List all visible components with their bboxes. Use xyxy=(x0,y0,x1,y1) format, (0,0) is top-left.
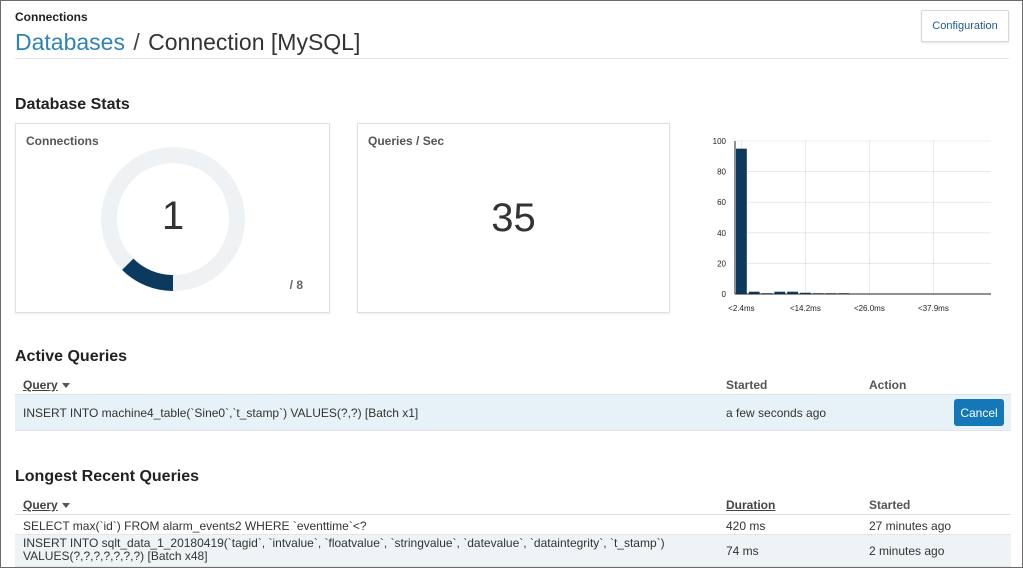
table-row[interactable]: INSERT INTO sqlt_data_1_20180419(`tagid`… xyxy=(15,535,1011,567)
sort-caret-icon xyxy=(61,383,70,389)
histogram-y-tick-label: 60 xyxy=(717,198,726,207)
active-query-column-header[interactable]: Query xyxy=(23,378,70,392)
query-duration-histogram: 0 20 40 60 80 100 <2.4ms <14.2ms <26.0ms <37.9ms xyxy=(713,137,991,313)
section-label: Connections xyxy=(15,10,88,24)
active-query-header-label: Query xyxy=(23,378,58,392)
longest-started-column-header: Started xyxy=(869,498,911,512)
connections-card: Connections 1 / 8 xyxy=(15,123,330,313)
longest-query-duration: 74 ms xyxy=(726,544,759,558)
longest-query-header-label: Query xyxy=(23,498,58,512)
table-row[interactable]: INSERT INTO machine4_table(`Sine0`,`t_st… xyxy=(15,395,1011,431)
active-queries-header: Query Started Action xyxy=(15,375,1011,395)
configuration-button[interactable]: Configuration xyxy=(921,10,1009,42)
longest-query-text: INSERT INTO sqlt_data_1_20180419(`tagid`… xyxy=(23,537,665,563)
histogram-y-tick-label: 0 xyxy=(722,290,727,299)
histogram-x-tick-label: <37.9ms xyxy=(918,304,949,313)
connections-value: 1 xyxy=(161,194,185,238)
database-stats-title: Database Stats xyxy=(15,96,130,113)
active-started-column-header: Started xyxy=(726,378,768,392)
connections-max: / 8 xyxy=(289,278,303,292)
histogram-y-tick-label: 20 xyxy=(717,259,726,268)
longest-query-duration: 420 ms xyxy=(726,519,766,533)
queries-per-sec-value: 35 xyxy=(491,196,536,240)
sort-caret-icon xyxy=(61,503,70,509)
histogram-y-tick-label: 100 xyxy=(713,137,727,146)
active-queries-table: Query Started Action INSERT INTO machine… xyxy=(15,375,1011,431)
active-action-column-header: Action xyxy=(869,378,907,392)
header-divider xyxy=(15,58,1009,59)
cancel-query-button[interactable]: Cancel xyxy=(954,399,1004,426)
active-query-text: INSERT INTO machine4_table(`Sine0`,`t_st… xyxy=(23,406,419,420)
breadcrumb-separator: / xyxy=(133,29,140,55)
histogram-x-tick-label: <2.4ms xyxy=(728,304,754,313)
breadcrumb-databases-link[interactable]: Databases xyxy=(15,29,125,55)
histogram-x-tick-label: <26.0ms xyxy=(854,304,885,313)
longest-query-started: 27 minutes ago xyxy=(869,519,952,533)
active-queries-title: Active Queries xyxy=(15,348,128,365)
longest-query-column-header[interactable]: Query xyxy=(23,498,70,512)
queries-per-sec-card: Queries / Sec 35 xyxy=(357,123,670,313)
breadcrumb: Databases / Connection [MySQL] xyxy=(15,29,360,56)
queries-per-sec-label: Queries / Sec xyxy=(368,134,445,148)
active-query-started: a few seconds ago xyxy=(726,406,827,420)
longest-query-started: 2 minutes ago xyxy=(869,544,945,558)
longest-query-line-2: VALUES(?,?,?,?,?,?,?) [Batch x48] xyxy=(23,549,208,563)
duration-column-header[interactable]: Duration xyxy=(726,498,775,512)
table-row[interactable]: SELECT max(`id`) FROM alarm_events2 WHER… xyxy=(15,515,1011,535)
connections-label: Connections xyxy=(26,134,99,148)
histogram-bar xyxy=(736,148,747,294)
longest-queries-header: Query Duration Started xyxy=(15,495,1011,515)
longest-queries-table: Query Duration Started SELECT max(`id`) … xyxy=(15,495,1011,567)
histogram-x-tick-label: <14.2ms xyxy=(790,304,821,313)
longest-queries-title: Longest Recent Queries xyxy=(15,468,200,485)
histogram-y-tick-label: 40 xyxy=(717,229,726,238)
breadcrumb-current: Connection [MySQL] xyxy=(148,29,361,55)
gauge-fill xyxy=(122,258,174,291)
histogram-y-tick-label: 80 xyxy=(717,168,726,177)
longest-query-text: SELECT max(`id`) FROM alarm_events2 WHER… xyxy=(23,519,367,533)
